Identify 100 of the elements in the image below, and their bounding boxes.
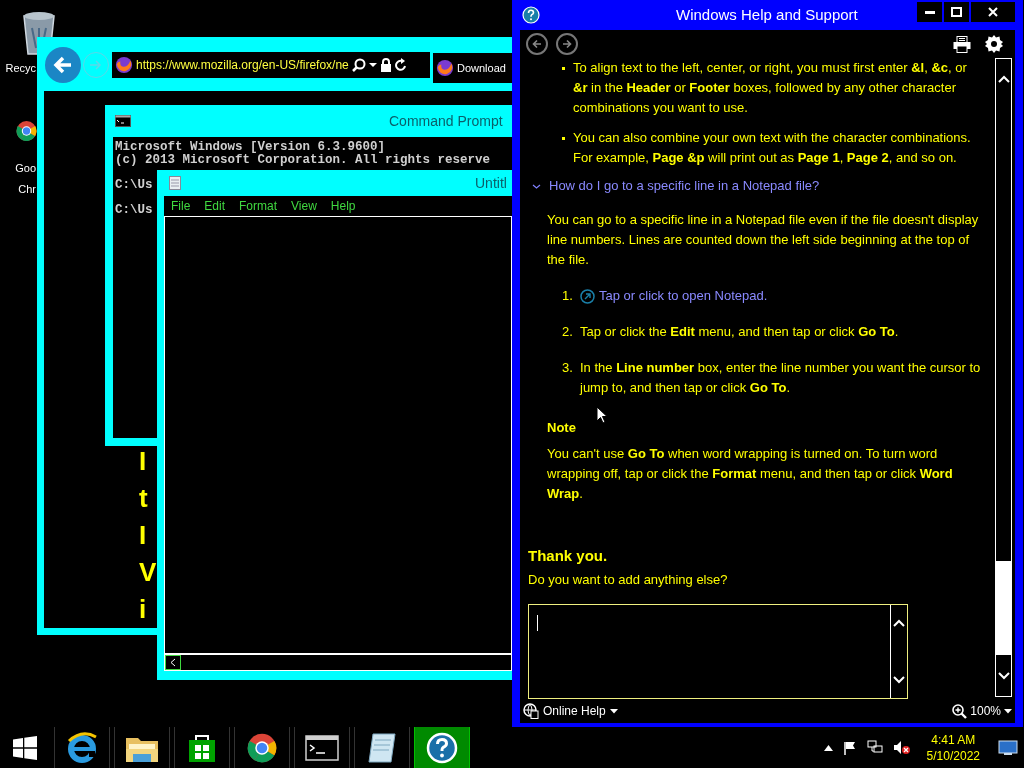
taskbar-button[interactable]	[234, 727, 290, 768]
bullet-icon	[562, 67, 565, 70]
globe-icon	[523, 703, 539, 719]
paragraph: You can go to a specific line in a Notepad file even if the file doesn't display line numbers. Lines are counted down the left side beginning at the top of the file.	[547, 211, 980, 269]
caret-icon	[1004, 708, 1012, 714]
taskbar-button[interactable]	[54, 727, 110, 768]
show-hidden-icons-icon[interactable]	[823, 744, 833, 751]
bullet-text: To align text to the left, center, or right, you must first enter &l, &c, or &r in the Header or Footer boxes, followed by any other character combinations you want to use.	[573, 59, 968, 117]
console-line: (c) 2013 Microsoft Corporation. All rights reserve	[115, 153, 491, 166]
printer-icon[interactable]	[953, 35, 971, 53]
chevron-up-icon	[997, 75, 1010, 83]
bullet-text: You can also combine your own text with the character combinations. For example, Page &p will print out as Page 1, Page 2, and so on.	[573, 129, 972, 167]
close-button[interactable]	[971, 2, 1015, 22]
note-heading: Note	[547, 419, 577, 437]
browser-e-icon	[65, 730, 99, 765]
page-text-fragment: i	[139, 593, 147, 626]
taskbar-button[interactable]	[174, 727, 230, 768]
taskbar-button[interactable]	[354, 727, 410, 768]
minimize-icon	[924, 10, 935, 14]
muted-speaker-icon[interactable]	[892, 740, 911, 755]
online-help-button[interactable]: Online Help	[523, 702, 618, 720]
back-button[interactable]	[45, 47, 81, 83]
notepad-icon	[169, 176, 181, 190]
close-icon	[988, 7, 998, 17]
bullet-icon	[562, 137, 565, 140]
lock-icon	[379, 58, 392, 72]
network-icon[interactable]	[866, 740, 883, 755]
maximize-icon	[951, 7, 962, 17]
caret-icon[interactable]	[368, 62, 377, 68]
back-arrow-icon	[532, 39, 542, 49]
question-toggle[interactable]: How do I go to a specific line in a Notepad file?	[532, 176, 981, 196]
page-text-fragment: V	[139, 556, 157, 589]
step-number: 3.	[562, 359, 574, 377]
chrome-icon	[247, 732, 277, 763]
page-text-fragment: I	[139, 445, 147, 478]
chevron-left-icon	[170, 658, 176, 667]
forward-button[interactable]	[556, 33, 578, 55]
mouse-cursor-icon	[596, 406, 608, 424]
menu-item[interactable]: File	[171, 197, 191, 215]
desktop-icon-label: Goo	[15, 161, 36, 176]
page-text-fragment: I	[139, 519, 147, 552]
back-arrow-icon	[53, 56, 73, 74]
forward-arrow-icon	[562, 39, 572, 49]
taskbar-button[interactable]	[294, 727, 350, 768]
help-icon	[522, 6, 540, 24]
refresh-icon[interactable]	[394, 58, 407, 72]
window-title: Command Prompt	[389, 111, 503, 131]
desktop-icon-label: Recyc	[5, 61, 36, 76]
url-text: https://www.mozilla.org/en-US/firefox/ne	[136, 57, 349, 74]
forward-arrow-icon	[89, 59, 103, 71]
menu-item[interactable]: Edit	[204, 197, 226, 215]
step-number: 2.	[562, 323, 574, 341]
caret-icon	[609, 708, 618, 714]
clock[interactable]: 4:41 AM 5/10/2022	[926, 731, 980, 764]
taskbar-button[interactable]	[114, 727, 170, 768]
desktop-icon-label: Chr	[18, 182, 36, 197]
chevron-down-icon	[997, 671, 1010, 680]
scrollbar-thumb[interactable]	[996, 561, 1011, 655]
address-bar[interactable]: https://www.mozilla.org/en-US/firefox/ne	[112, 52, 430, 78]
menu-item[interactable]: Format	[239, 197, 278, 215]
firefox-icon	[115, 56, 133, 74]
note-text: You can't use Go To when word wrapping is turned on. To turn word wrapping off, tap or click the Format menu, and then tap or click Word Wrap.	[547, 445, 954, 503]
minimize-button[interactable]	[917, 2, 942, 22]
show-desktop-icon[interactable]	[998, 739, 1018, 756]
help-icon	[426, 731, 458, 764]
window-title: Windows Help and Support	[676, 4, 858, 25]
step-text: In the Line number box, enter the line number you want the cursor to jump to, and then tap or click Go To.	[580, 359, 981, 397]
feedback-field[interactable]	[528, 604, 908, 699]
notepad-icon	[365, 731, 399, 764]
chevron-up-icon	[893, 619, 905, 627]
search-icon[interactable]	[351, 58, 366, 72]
thanks-heading: Thank you.	[528, 546, 609, 566]
external-link-icon	[580, 288, 595, 304]
page-text-fragment: t	[139, 482, 148, 515]
flag-icon[interactable]	[842, 740, 857, 755]
vertical-scrollbar[interactable]	[995, 58, 1012, 697]
text-cursor-icon	[537, 615, 538, 631]
firefox-icon	[436, 59, 454, 77]
zoom-in-icon	[952, 703, 968, 719]
step-number: 1.	[562, 287, 574, 305]
step-text: Tap or click the Edit menu, and then tap or click Go To.	[580, 323, 899, 341]
chevron-down-icon	[893, 676, 905, 684]
window-title: Untitl	[475, 173, 507, 193]
scroll-left-button[interactable]	[165, 655, 181, 670]
prompt-text: Do you want to add anything else?	[528, 571, 729, 589]
menu-item[interactable]: View	[291, 197, 317, 215]
terminal-icon	[305, 734, 339, 761]
horizontal-scrollbar[interactable]	[164, 654, 512, 671]
menu-item[interactable]: Help	[330, 197, 356, 215]
maximize-button[interactable]	[944, 2, 969, 22]
browser-tab[interactable]: Download	[433, 53, 512, 83]
field-scrollbar[interactable]	[890, 605, 907, 698]
open-notepad-link[interactable]: Tap or click to open Notepad.	[580, 286, 768, 306]
windows-logo-icon	[13, 735, 37, 760]
console-line: C:\Us	[115, 203, 153, 216]
zoom-button[interactable]: 100%	[952, 702, 1012, 720]
settings-icon[interactable]	[985, 35, 1003, 53]
console-line: Microsoft Windows [Version 6.3.9600]	[115, 141, 386, 154]
back-button[interactable]	[526, 33, 548, 55]
console-line: C:\Us	[115, 178, 153, 191]
